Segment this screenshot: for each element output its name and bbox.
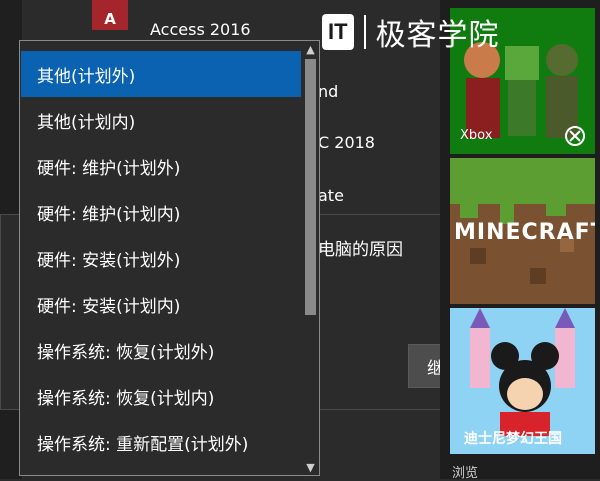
dropdown-option[interactable]: 硬件: 维护(计划外) (21, 143, 301, 189)
app-item-partial-2[interactable]: C 2018 (318, 127, 375, 157)
disney-tile-label: 迪士尼梦幻王国 (464, 431, 562, 447)
minecraft-tile[interactable]: MINECRAFT (450, 158, 595, 304)
dropdown-option[interactable]: 硬件: 安装(计划内) (21, 281, 301, 327)
dropdown-option[interactable]: 操作系统: 恢复(计划外) (21, 327, 301, 373)
xbox-logo-icon (565, 126, 585, 146)
tiles-group-label: 浏览 (452, 466, 479, 481)
minecraft-tile-label: MINECRAFT (454, 220, 595, 245)
dropdown-option[interactable]: 硬件: 维护(计划内) (21, 189, 301, 235)
dropdown-option[interactable]: 其他(计划内) (21, 97, 301, 143)
access-app-icon: A (92, 0, 128, 30)
chevron-up-icon[interactable]: ▲ (302, 41, 319, 57)
disney-tile[interactable]: 迪士尼梦幻王国 (450, 308, 595, 454)
app-item-label: nd (318, 81, 339, 101)
logo-it-mark: IT (322, 14, 354, 50)
dropdown-scrollbar[interactable]: ▲ ▼ (302, 41, 319, 475)
dropdown-option[interactable]: 其他(计划外) (21, 51, 301, 97)
dropdown-option[interactable]: 操作系统: 重新配置(计划外) (21, 419, 301, 465)
app-item-partial-3[interactable]: ate (318, 180, 344, 210)
dialog-title: 电脑的原因 (318, 240, 403, 260)
logo-separator (363, 15, 366, 49)
ithome-logo: IT 极客学院 (322, 10, 500, 54)
app-item-label: C 2018 (318, 132, 375, 152)
shutdown-reason-dropdown[interactable]: 其他(计划外) 其他(计划内) 硬件: 维护(计划外) 硬件: 维护(计划内) … (19, 40, 320, 476)
scrollbar-thumb[interactable] (305, 59, 316, 315)
dropdown-option[interactable]: 操作系统: 恢复(计划内) (21, 373, 301, 419)
dropdown-option[interactable]: 硬件: 安装(计划外) (21, 235, 301, 281)
chevron-down-icon[interactable]: ▼ (302, 459, 319, 475)
app-item-label: ate (318, 185, 344, 205)
app-item-partial-1[interactable]: nd (318, 76, 338, 106)
logo-site-name: 极客学院 (375, 18, 500, 53)
xbox-tile-label: Xbox (460, 128, 493, 143)
app-item-label: Access 2016 (150, 19, 251, 39)
